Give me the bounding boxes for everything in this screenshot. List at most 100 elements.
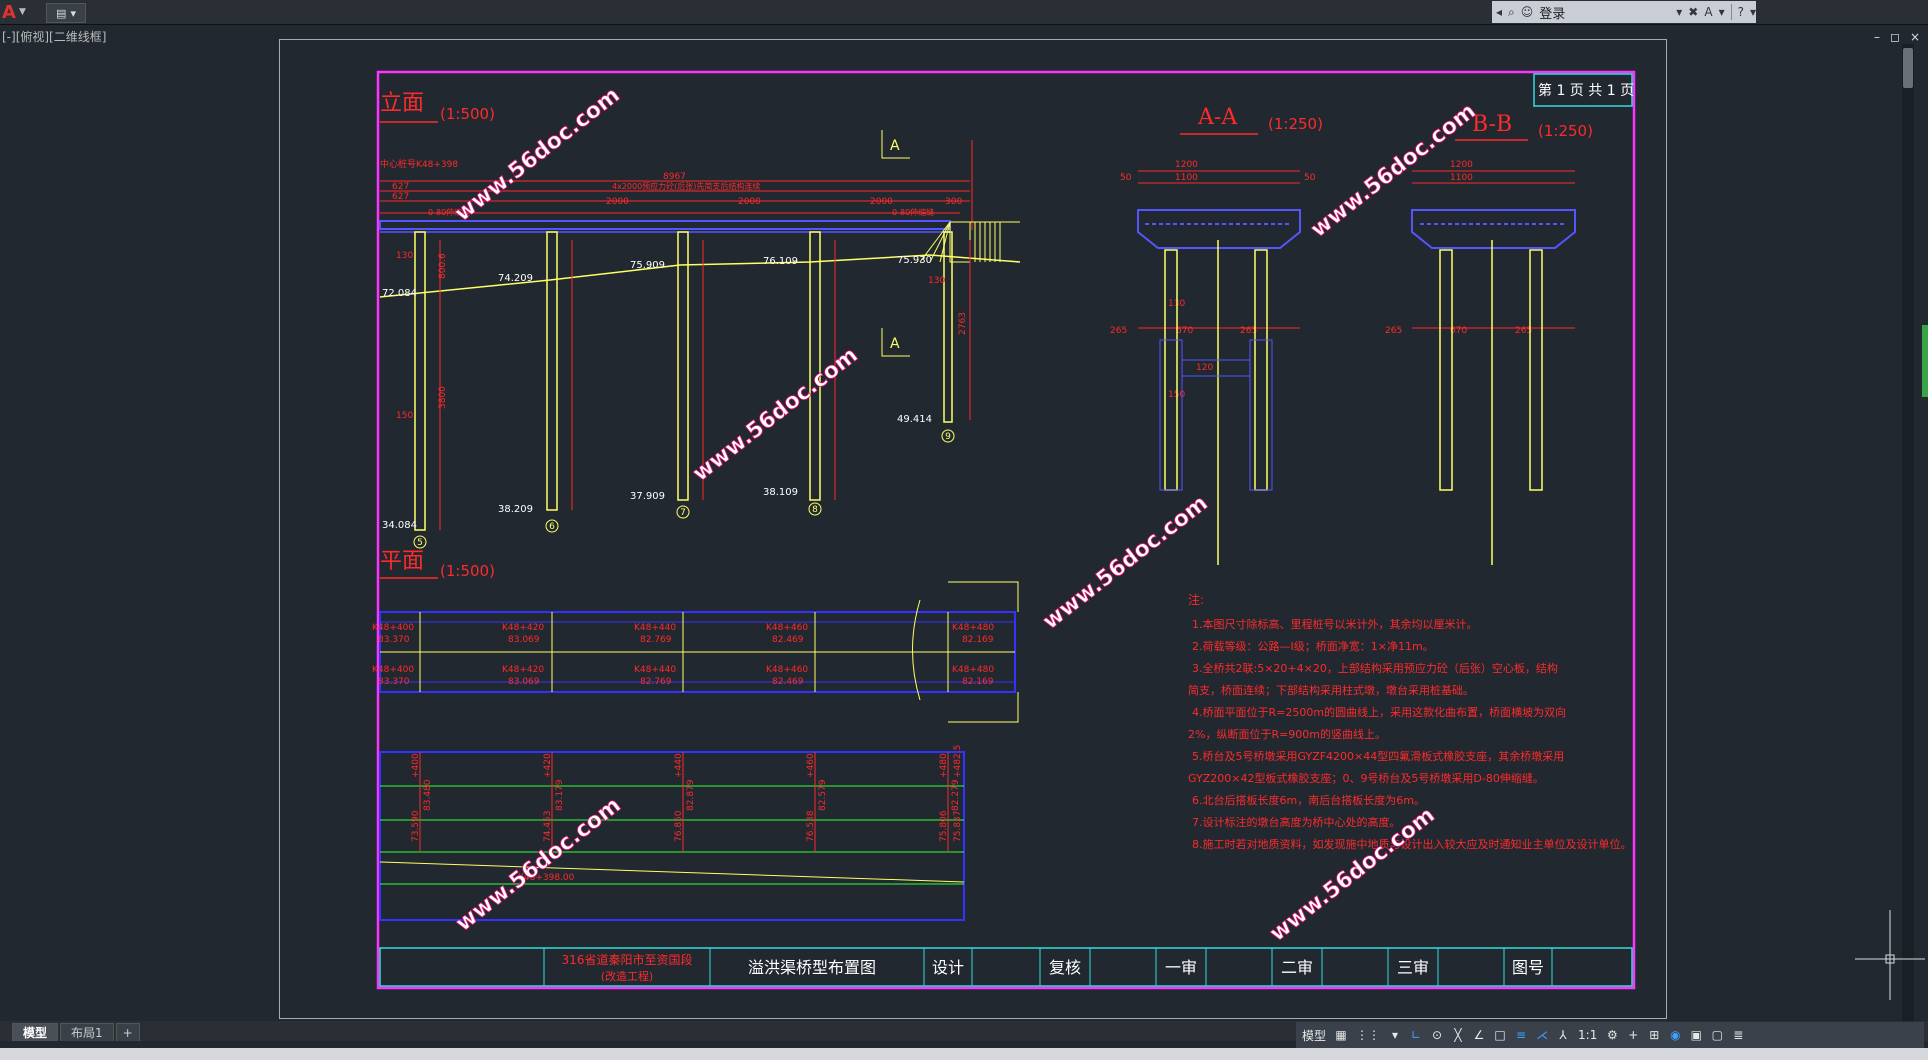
annotation-scale-button[interactable]: 1:1 — [1578, 1026, 1597, 1044]
profile-station: +480 — [939, 753, 949, 778]
section-bb-columns — [1439, 240, 1543, 565]
transparency-icon[interactable]: ⋌ — [1536, 1026, 1548, 1044]
profile-verticals — [419, 752, 949, 852]
pier-number: 5 — [417, 538, 423, 548]
profile-design: 82.279 — [951, 779, 961, 811]
elevation-scale: (1:500) — [440, 105, 495, 123]
project-name: 316省道秦阳市至资国段 — [562, 952, 693, 967]
section-mark-label: A — [890, 336, 900, 352]
expansion-joint-label: 0-80伸缩缝 — [892, 207, 934, 217]
pier-dim: 150 — [396, 411, 413, 421]
foundation-elevation: 37.909 — [630, 491, 665, 502]
profile-design: 83.179 — [555, 779, 565, 811]
grid-icon[interactable]: ▦ — [1335, 1026, 1347, 1044]
snap-icon[interactable]: ⋮⋮ — [1356, 1026, 1380, 1044]
note-line: 2.荷载等级：公路—I级；桥面净宽：1×净11m。 — [1192, 639, 1434, 653]
plan-scale: (1:500) — [440, 562, 495, 580]
watermark: www.56doc.com — [688, 343, 862, 487]
profile-station: +400 — [411, 753, 421, 778]
note-line: 2%，纵断面位于R=900m的竖曲线上。 — [1188, 727, 1386, 741]
plan-elevation: 83.069 — [508, 635, 540, 645]
pier-number: 7 — [680, 508, 686, 518]
customize-icon[interactable]: ≣ — [1732, 1026, 1744, 1044]
span-label: 2000 — [870, 197, 893, 207]
piers — [414, 231, 953, 531]
plan-title: 平面 — [380, 549, 424, 574]
title-cell-first-audit: 一审 — [1165, 958, 1197, 977]
chevron-down-icon[interactable]: ▾ — [1389, 1026, 1401, 1044]
tab-layout1[interactable]: 布局1 — [60, 1023, 114, 1041]
dim-label: 627 — [392, 192, 409, 202]
plan-elevation: 83.370 — [378, 677, 410, 687]
notes-title: 注: — [1188, 592, 1204, 607]
profile-design: 82.579 — [818, 779, 828, 811]
profile-station: +420 — [543, 753, 553, 778]
vertical-scrollbar[interactable] — [1902, 44, 1914, 1024]
annotation-icon[interactable]: ⅄ — [1557, 1026, 1569, 1044]
clean-screen-icon[interactable]: ▢ — [1711, 1026, 1723, 1044]
note-line: 7.设计标注的墩台高度为桥中心处的高度。 — [1192, 815, 1401, 829]
elevation-title: 立面 — [380, 91, 424, 116]
watermark: www.56doc.com — [451, 793, 625, 937]
plan-elevation: 82.769 — [640, 677, 672, 687]
profile-design-line — [379, 861, 965, 883]
note-line: 简支，桥面连续；下部结构采用柱式墩，墩台采用桩基础。 — [1188, 683, 1474, 697]
pier-top-elevation: 75.909 — [630, 260, 665, 271]
otrack-icon[interactable]: ∠ — [1473, 1026, 1485, 1044]
profile-station: +440 — [674, 753, 684, 778]
plan-station: K48+480 — [952, 623, 994, 633]
section-dim: 50 — [1120, 173, 1132, 183]
plan-station: K48+480 — [952, 665, 994, 675]
profile-ground: 76.850 — [674, 810, 684, 842]
tab-model[interactable]: 模型 — [12, 1023, 59, 1041]
side-panel-handle[interactable] — [1922, 325, 1928, 397]
section-dim: 1200 — [1175, 160, 1198, 170]
status-bar: 模型 ▦ ⋮⋮ ▾ ∟ ⊙ ╳ ∠ □ ≡ ⋌ ⅄ 1:1 ⚙ + ⊞ ◉ ▣ … — [1296, 1022, 1924, 1048]
polar-icon[interactable]: ⊙ — [1431, 1026, 1443, 1044]
units-icon[interactable]: ⊞ — [1648, 1026, 1660, 1044]
osnap-icon[interactable]: □ — [1494, 1026, 1506, 1044]
foundation-elevation: 49.414 — [897, 414, 932, 425]
isolate-objects-icon[interactable]: ◉ — [1669, 1026, 1681, 1044]
section-aa-dim-lines — [1138, 170, 1300, 329]
cad-drawing[interactable]: 第 1 页 共 1 页 立面 (1:500) 中心桩号K48+398 8967 … — [0, 0, 1928, 1060]
plan-elevation: 82.769 — [640, 635, 672, 645]
add-layout-button[interactable]: + — [115, 1023, 140, 1041]
pier-top-elevation: 74.209 — [498, 273, 533, 284]
lineweight-icon[interactable]: ≡ — [1515, 1026, 1527, 1044]
profile-ground: 76.538 — [806, 810, 816, 842]
model-space-button[interactable]: 模型 — [1302, 1026, 1326, 1044]
span-label: 2000 — [606, 197, 629, 207]
section-dim: 50 — [1304, 173, 1316, 183]
title-cell-second-audit: 二审 — [1281, 958, 1313, 977]
note-line: 1.本图尺寸除标高、里程桩号以米计外，其余均以厘米计。 — [1192, 617, 1478, 631]
section-dim: 265 — [1385, 326, 1402, 336]
drawing-title: 溢洪渠桥型布置图 — [748, 958, 876, 977]
section-bb-scale: (1:250) — [1538, 122, 1593, 140]
taskbar-strip — [0, 1048, 1928, 1060]
plan-elevation: 82.169 — [962, 635, 994, 645]
plan-elevation: 83.069 — [508, 677, 540, 687]
scrollbar-thumb[interactable] — [1903, 48, 1913, 88]
ortho-icon[interactable]: ∟ — [1410, 1026, 1422, 1044]
pier-dim: 130 — [396, 251, 413, 261]
foundation-elevation: 38.109 — [763, 487, 798, 498]
note-line: 4.桥面平面位于R=2500m的圆曲线上，采用这款化曲布置，桥面横坡为双向 — [1192, 705, 1566, 719]
hardware-acceleration-icon[interactable]: ▣ — [1690, 1026, 1702, 1044]
plan-station: K48+440 — [634, 623, 676, 633]
plus-icon[interactable]: + — [1627, 1026, 1639, 1044]
crosshair-cursor-icon — [1855, 910, 1925, 1000]
profile-ground: 75.837 — [953, 811, 963, 843]
section-dim: 1100 — [1450, 173, 1473, 183]
section-bb-deck — [1411, 209, 1576, 249]
plan-elevation: 82.469 — [772, 677, 804, 687]
section-aa-scale: (1:250) — [1268, 115, 1323, 133]
pier-dim: 2763 — [958, 312, 968, 335]
profile-station: +460 — [806, 753, 816, 778]
pier-top-elevation: 72.084 — [382, 288, 417, 299]
pier-number-circles — [413, 429, 955, 549]
isodraft-icon[interactable]: ╳ — [1452, 1026, 1464, 1044]
plan-station: K48+420 — [502, 665, 544, 675]
span-label: 2000 — [738, 197, 761, 207]
workspace-icon[interactable]: ⚙ — [1606, 1026, 1618, 1044]
